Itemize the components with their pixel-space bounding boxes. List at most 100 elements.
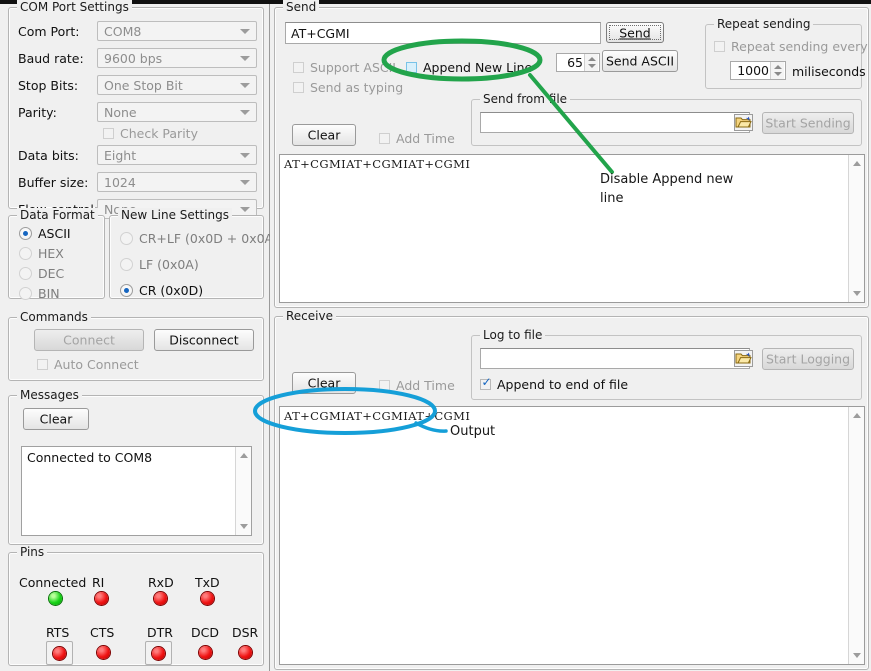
stop-bits-select[interactable]: One Stop Bit [97, 75, 257, 95]
radio-label: BIN [38, 287, 60, 300]
com-port-value: COM8 [104, 24, 141, 40]
receive-clear-button[interactable]: Clear [292, 372, 356, 394]
pin-label-dcd: DCD [191, 625, 219, 640]
check-parity-label: Check Parity [120, 127, 198, 141]
messages-clear-label: Clear [24, 412, 88, 427]
radio-label: ASCII [38, 227, 71, 240]
scroll-down-icon[interactable] [853, 291, 861, 296]
radio-dot [124, 288, 129, 293]
chevron-down-icon [240, 180, 250, 185]
append-to-end-label: Append to end of file [497, 378, 628, 392]
messages-legend: Messages [17, 388, 82, 402]
spinner-buttons[interactable] [584, 54, 598, 71]
char-count-spinner[interactable]: 65 [556, 53, 600, 72]
scroll-down-icon[interactable] [853, 653, 861, 658]
data-bits-select[interactable]: Eight [97, 145, 257, 165]
start-logging-button[interactable]: Start Logging [762, 348, 854, 370]
scroll-up-icon[interactable] [853, 161, 861, 166]
checkbox-box [293, 82, 304, 93]
log-to-file-legend: Log to file [480, 328, 545, 342]
start-logging-label: Start Logging [763, 352, 853, 367]
messages-scrollbar[interactable] [235, 447, 251, 535]
connect-button[interactable]: Connect [34, 329, 144, 351]
send-add-time-label: Add Time [396, 132, 455, 146]
application-window: COM Port Settings Com Port: COM8 Baud ra… [0, 0, 871, 671]
stop-bits-label: Stop Bits: [18, 79, 78, 93]
chevron-down-icon [240, 207, 250, 212]
com-port-settings-legend: COM Port Settings [17, 0, 132, 14]
baud-rate-label: Baud rate: [18, 52, 84, 66]
send-command-input[interactable]: AT+CGMI [285, 22, 601, 44]
spinner-up-icon[interactable] [774, 65, 782, 69]
radio-label: LF (0x0A) [139, 258, 199, 271]
pin-label-rts: RTS [46, 625, 69, 640]
auto-connect-label: Auto Connect [54, 358, 139, 372]
repeat-sending-group: Repeat sending Repeat sending every 1000… [705, 24, 862, 89]
parity-label: Parity: [18, 106, 57, 120]
send-clear-button[interactable]: Clear [292, 124, 356, 146]
send-file-path-input[interactable] [480, 112, 750, 133]
receive-add-time-label: Add Time [396, 379, 455, 393]
start-sending-button[interactable]: Start Sending [762, 112, 854, 134]
spinner-down-icon[interactable] [588, 64, 596, 68]
connect-button-label: Connect [35, 333, 143, 348]
messages-clear-button[interactable]: Clear [23, 408, 89, 430]
append-new-line-label: Append New Line [423, 61, 532, 75]
send-as-typing-label: Send as typing [310, 81, 403, 95]
folder-open-icon[interactable] [734, 114, 753, 131]
repeat-interval-spinner[interactable]: 1000 [730, 61, 786, 80]
spinner-down-icon[interactable] [774, 72, 782, 76]
baud-rate-select[interactable]: 9600 bps [97, 48, 257, 68]
receive-output-area[interactable]: AT+CGMIAT+CGMIAT+CGMI [279, 406, 865, 665]
receive-output-scrollbar[interactable] [848, 407, 864, 664]
messages-group: Messages Clear Connected to COM8 [8, 395, 264, 545]
pins-group: Pins Connected RI RxD TxD RTS CTS DTR DC… [8, 552, 264, 666]
radio-ring [120, 258, 133, 271]
chevron-down-icon [240, 83, 250, 88]
right-pane: Send AT+CGMI Send Send ASCII Support ASC… [270, 4, 871, 671]
checkbox-box [714, 41, 725, 52]
pin-led-cts [97, 646, 110, 659]
buffer-size-value: 1024 [104, 175, 136, 191]
send-command-value: AT+CGMI [291, 26, 350, 41]
disconnect-button[interactable]: Disconnect [154, 329, 254, 351]
pin-label-cts: CTS [90, 625, 114, 640]
folder-open-icon[interactable] [734, 350, 753, 367]
chevron-down-icon [240, 56, 250, 61]
spinner-buttons[interactable] [770, 62, 784, 79]
pin-label-txd: TxD [195, 575, 220, 590]
start-sending-label: Start Sending [763, 116, 853, 131]
parity-select[interactable]: None [97, 102, 257, 122]
data-bits-value: Eight [104, 148, 136, 164]
send-button-label: Send [607, 25, 663, 40]
buffer-size-select[interactable]: 1024 [97, 172, 257, 192]
char-count-value: 65 [567, 56, 583, 70]
pin-button-dtr[interactable] [145, 641, 172, 665]
commands-legend: Commands [17, 310, 91, 324]
spinner-up-icon[interactable] [588, 57, 596, 61]
pins-legend: Pins [17, 545, 47, 559]
receive-clear-label: Clear [293, 376, 355, 391]
messages-listbox[interactable]: Connected to COM8 [21, 446, 252, 536]
pin-led-rxd [154, 592, 167, 605]
send-ascii-button[interactable]: Send ASCII [602, 50, 678, 72]
checkbox-box [406, 62, 417, 73]
checkbox-box [293, 62, 304, 73]
repeat-sending-legend: Repeat sending [714, 17, 813, 31]
pin-label-dtr: DTR [147, 625, 173, 640]
pin-button-rts[interactable] [46, 641, 73, 665]
com-port-select[interactable]: COM8 [97, 21, 257, 41]
send-log-area[interactable]: AT+CGMIAT+CGMIAT+CGMI [279, 154, 865, 303]
radio-ring [19, 247, 32, 260]
send-group: Send AT+CGMI Send Send ASCII Support ASC… [274, 7, 869, 308]
receive-output-text: AT+CGMIAT+CGMIAT+CGMI [284, 409, 844, 423]
pin-led-dcd [199, 646, 212, 659]
send-log-scrollbar[interactable] [848, 155, 864, 302]
support-ascii-label: Support ASCII [310, 61, 396, 75]
scroll-down-icon[interactable] [240, 524, 248, 529]
log-file-path-input[interactable] [480, 348, 750, 369]
scroll-up-icon[interactable] [853, 413, 861, 418]
send-button[interactable]: Send [606, 22, 664, 43]
repeat-interval-value: 1000 [737, 64, 769, 78]
scroll-up-icon[interactable] [240, 453, 248, 458]
